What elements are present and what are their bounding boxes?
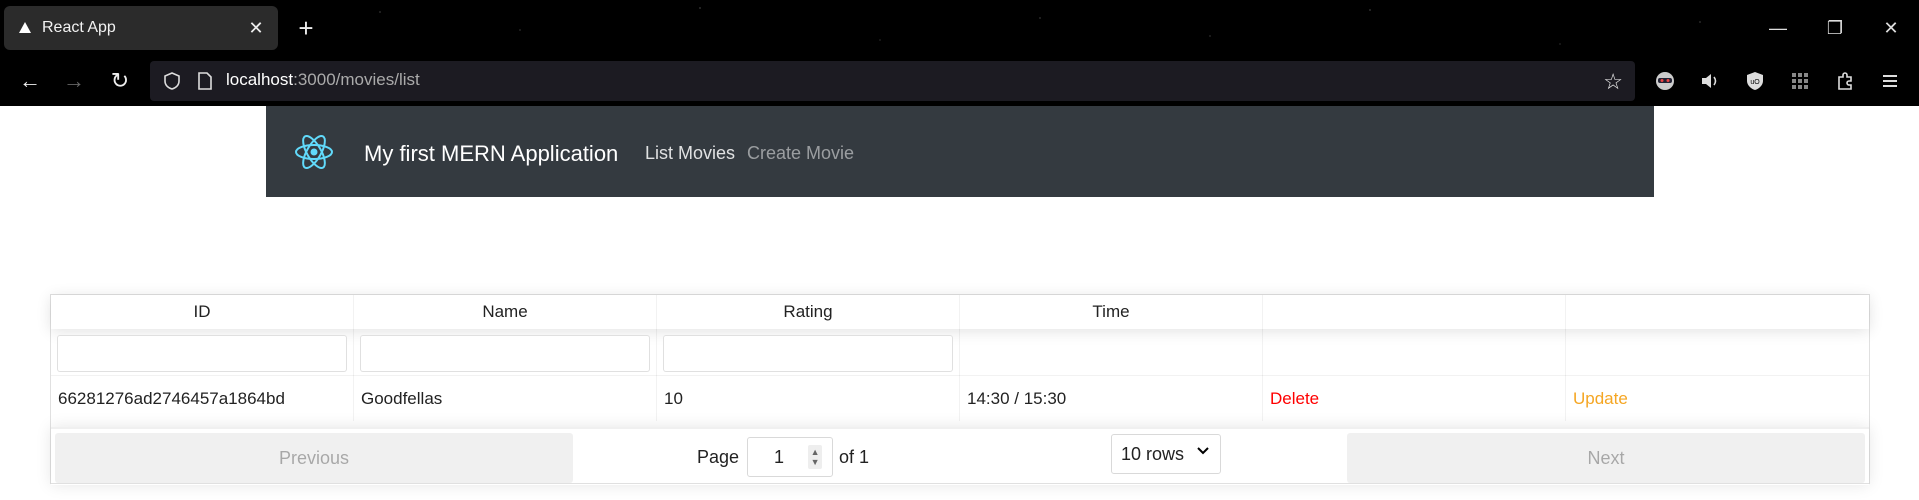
- cell-id: 66281276ad2746457a1864bd: [51, 376, 354, 421]
- filter-input-rating[interactable]: [663, 335, 953, 372]
- column-header-id[interactable]: ID: [51, 295, 354, 329]
- cell-name: Goodfellas: [354, 376, 657, 421]
- pagination-bar: Previous Page 1 ▲ ▼ of 1 10 rows Next: [51, 427, 1869, 485]
- column-header-time[interactable]: Time: [960, 295, 1263, 329]
- page-number-value: 1: [774, 446, 785, 467]
- extension-mask-icon[interactable]: [1649, 65, 1681, 97]
- minimize-icon[interactable]: —: [1758, 12, 1798, 44]
- react-favicon-icon: [18, 21, 32, 35]
- ublock-shield-icon[interactable]: uO: [1739, 65, 1771, 97]
- page-info-icon[interactable]: [196, 71, 214, 91]
- table-header: ID Name Rating Time: [51, 295, 1869, 329]
- filter-cell-rating: [657, 329, 960, 376]
- movies-table: ID Name Rating Time 66281276ad2746457a18…: [50, 294, 1870, 484]
- hamburger-menu-icon[interactable]: [1874, 65, 1906, 97]
- svg-text:uO: uO: [1750, 79, 1760, 86]
- app-navbar: My first MERN Application List Movies Cr…: [266, 106, 1654, 197]
- cell-delete: Delete: [1263, 376, 1566, 421]
- page-label: Page: [697, 446, 740, 467]
- close-tab-icon[interactable]: ✕: [242, 14, 270, 42]
- tab-title: React App: [42, 19, 116, 36]
- url-text: localhost:3000/movies/list: [226, 70, 420, 90]
- filter-cell-name: [354, 329, 657, 376]
- url-path: :3000/movies/list: [293, 70, 420, 89]
- filter-cell-id: [51, 329, 354, 376]
- column-header-delete: [1263, 295, 1566, 329]
- extensions-puzzle-icon[interactable]: [1829, 65, 1861, 97]
- column-header-rating[interactable]: Rating: [657, 295, 960, 329]
- url-host: localhost: [226, 70, 294, 89]
- rows-per-page-value: 10 rows: [1121, 443, 1185, 464]
- column-header-update: [1566, 295, 1869, 329]
- browser-tab[interactable]: React App ✕: [4, 6, 278, 50]
- forward-arrow-icon[interactable]: →: [58, 65, 90, 97]
- cell-update: Update: [1566, 376, 1869, 421]
- react-logo-icon[interactable]: [294, 132, 334, 172]
- filter-cell-time: [960, 329, 1263, 376]
- column-header-name[interactable]: Name: [354, 295, 657, 329]
- reload-icon[interactable]: ↻: [104, 65, 136, 97]
- filter-input-id[interactable]: [57, 335, 347, 372]
- nav-link-list-movies[interactable]: List Movies: [645, 143, 735, 164]
- filter-cell-delete: [1263, 329, 1566, 376]
- restore-icon[interactable]: ❐: [1815, 12, 1855, 44]
- table-row: 66281276ad2746457a1864bd Goodfellas 10 1…: [51, 376, 1869, 421]
- address-bar[interactable]: localhost:3000/movies/list ☆: [150, 61, 1635, 101]
- delete-button[interactable]: Delete: [1270, 389, 1319, 409]
- cell-rating: 10: [657, 376, 960, 421]
- close-window-icon[interactable]: ✕: [1871, 12, 1911, 44]
- page-info: Page 1 ▲ ▼ of 1: [697, 436, 869, 478]
- rows-per-page-select[interactable]: 10 rows: [1111, 434, 1221, 474]
- chevron-down-icon: [1196, 444, 1210, 461]
- tracking-shield-icon[interactable]: [162, 71, 182, 91]
- new-tab-button[interactable]: +: [290, 12, 322, 44]
- nav-link-create-movie[interactable]: Create Movie: [747, 143, 854, 164]
- next-button[interactable]: Next: [1347, 433, 1865, 483]
- bookmark-star-icon[interactable]: ☆: [1603, 69, 1623, 95]
- page-spinner-icon[interactable]: ▲ ▼: [808, 445, 823, 469]
- filter-input-name[interactable]: [360, 335, 650, 372]
- browser-toolbar: ← → ↻ localhost:3000/movies/list ☆ uO: [0, 56, 1919, 106]
- speaker-icon[interactable]: [1694, 65, 1726, 97]
- update-link[interactable]: Update: [1573, 389, 1628, 409]
- browser-tab-strip: React App ✕ + — ❐ ✕: [0, 0, 1919, 56]
- starfield-background: [0, 0, 1919, 56]
- filter-row: [51, 329, 1869, 376]
- page-number-input[interactable]: 1 ▲ ▼: [747, 437, 834, 477]
- apps-grid-icon[interactable]: [1784, 65, 1816, 97]
- back-arrow-icon[interactable]: ←: [14, 65, 46, 97]
- previous-button[interactable]: Previous: [55, 433, 573, 483]
- cell-time: 14:30 / 15:30: [960, 376, 1263, 421]
- filter-cell-update: [1566, 329, 1869, 376]
- brand-title[interactable]: My first MERN Application: [364, 141, 618, 167]
- page-total-label: of 1: [839, 446, 870, 467]
